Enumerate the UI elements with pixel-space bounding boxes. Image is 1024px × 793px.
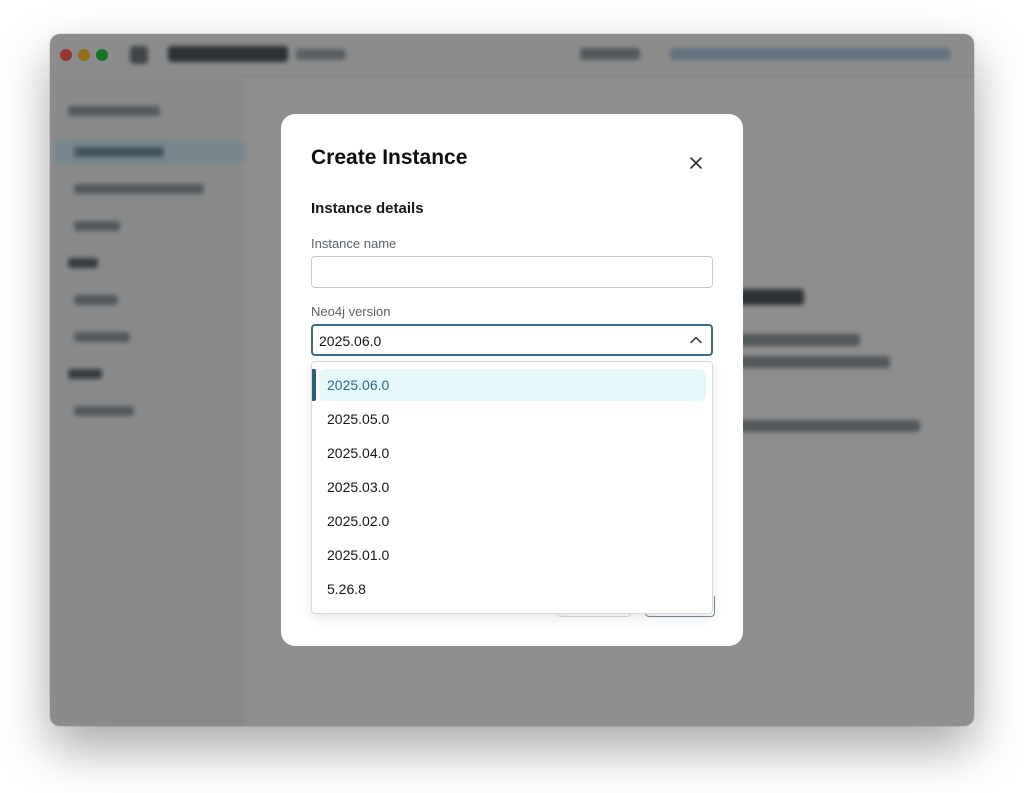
- neo4j-version-select[interactable]: 2025.06.0: [311, 324, 713, 356]
- version-option[interactable]: 2025.01.0: [319, 539, 706, 571]
- version-option[interactable]: 2025.02.0: [319, 505, 706, 537]
- version-dropdown-menu: 2025.06.0 2025.05.0 2025.04.0 2025.03.0 …: [311, 361, 713, 614]
- chevron-up-icon: [690, 336, 702, 344]
- version-option[interactable]: 2025.04.0: [319, 437, 706, 469]
- version-option[interactable]: 2025.05.0: [319, 403, 706, 435]
- version-option[interactable]: 2025.06.0: [319, 369, 706, 401]
- selected-indicator: [312, 369, 316, 401]
- instance-name-label: Instance name: [311, 236, 397, 251]
- dialog-title: Create Instance: [311, 146, 468, 169]
- section-title: Instance details: [311, 200, 424, 217]
- close-icon: [690, 157, 702, 169]
- version-option[interactable]: 5.26.8: [319, 573, 706, 605]
- version-option[interactable]: 2025.03.0: [319, 471, 706, 503]
- close-button[interactable]: [685, 152, 707, 174]
- selected-version: 2025.06.0: [319, 333, 382, 349]
- neo4j-version-label: Neo4j version: [311, 304, 391, 319]
- instance-name-input[interactable]: [311, 256, 713, 288]
